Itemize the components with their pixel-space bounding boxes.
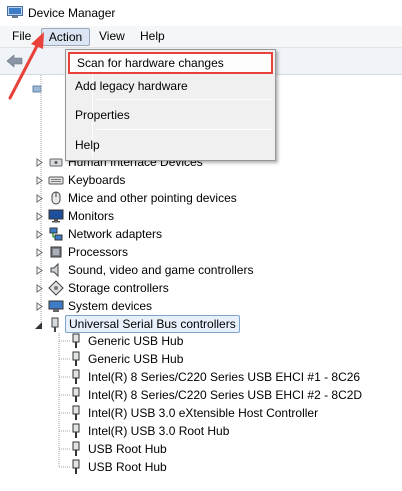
usb-plug-icon	[72, 387, 80, 402]
menu-item-add-legacy-hardware[interactable]: Add legacy hardware	[68, 75, 273, 97]
menu-item-properties[interactable]: Properties	[68, 104, 273, 126]
tree-item-label: Intel(R) 8 Series/C220 Series USB EHCI #…	[88, 370, 361, 384]
usb-plug-icon	[72, 423, 80, 438]
device-manager-icon	[7, 6, 23, 18]
tree-item-label: USB Root Hub	[88, 460, 167, 474]
system-icon	[48, 300, 64, 312]
menu-separator	[97, 99, 272, 100]
expand-arrow-icon[interactable]	[35, 158, 44, 167]
tree-item-monitors[interactable]: Monitors	[0, 207, 300, 225]
tree-item-label: Monitors	[68, 209, 115, 223]
tree-item-label: Keyboards	[68, 173, 126, 187]
tree-item-network-adapters[interactable]: Network adapters	[0, 225, 300, 243]
expand-arrow-icon[interactable]	[35, 266, 44, 275]
tree-item-label: USB Root Hub	[88, 442, 167, 456]
usb-plug-icon	[72, 369, 80, 384]
usb-device-item[interactable]: USB Root Hub	[0, 440, 360, 458]
expand-arrow-icon[interactable]	[35, 284, 44, 293]
tree-item-label: System devices	[68, 299, 153, 313]
hid-icon	[49, 158, 63, 167]
usb-device-item[interactable]: Intel(R) USB 3.0 eXtensible Host Control…	[0, 404, 380, 422]
usb-device-item[interactable]: Generic USB Hub	[0, 332, 360, 350]
tree-item-sound-video-game[interactable]: Sound, video and game controllers	[0, 261, 300, 279]
tree-item-label: Generic USB Hub	[88, 352, 184, 366]
menu-help[interactable]: Help	[134, 28, 171, 46]
menu-item-scan-hardware[interactable]: Scan for hardware changes	[68, 52, 273, 74]
mouse-icon	[51, 191, 61, 205]
window-title: Device Manager	[28, 6, 116, 20]
storage-icon	[48, 280, 64, 296]
usb-icon	[51, 317, 59, 332]
tree-item-label: Intel(R) 8 Series/C220 Series USB EHCI #…	[88, 388, 363, 402]
tree-item-label: Storage controllers	[68, 281, 169, 295]
usb-device-item[interactable]: Generic USB Hub	[0, 350, 360, 368]
tree-item-label: Mice and other pointing devices	[68, 191, 237, 205]
menu-separator	[97, 129, 272, 130]
usb-device-item[interactable]: Intel(R) USB 3.0 Root Hub	[0, 422, 360, 440]
expand-arrow-icon[interactable]	[35, 176, 44, 185]
tree-item-storage-controllers[interactable]: Storage controllers	[0, 279, 300, 297]
usb-plug-icon	[72, 351, 80, 366]
menu-bar: File Action View Help	[0, 26, 402, 48]
processor-icon	[50, 246, 62, 258]
title-bar: Device Manager	[0, 0, 402, 26]
tree-item-mice[interactable]: Mice and other pointing devices	[0, 189, 300, 207]
menu-view[interactable]: View	[93, 28, 131, 46]
network-icon	[49, 227, 63, 241]
menu-item-help[interactable]: Help	[68, 134, 273, 156]
menu-file[interactable]: File	[6, 28, 37, 46]
back-arrow-icon[interactable]	[6, 53, 24, 69]
expand-arrow-icon[interactable]	[35, 212, 44, 221]
expand-arrow-icon[interactable]	[35, 230, 44, 239]
expand-arrow-icon[interactable]	[35, 194, 44, 203]
usb-device-item[interactable]: USB Root Hub	[0, 458, 360, 476]
usb-plug-icon	[72, 405, 80, 420]
tree-item-keyboards[interactable]: Keyboards	[0, 171, 300, 189]
tree-item-label: Intel(R) USB 3.0 Root Hub	[88, 424, 230, 438]
keyboard-icon	[48, 176, 64, 185]
menu-action[interactable]: Action	[41, 28, 90, 46]
usb-plug-icon	[72, 459, 80, 474]
action-dropdown-menu: Scan for hardware changes Add legacy har…	[65, 49, 276, 161]
speaker-icon	[50, 262, 59, 278]
tree-item-label: Network adapters	[68, 227, 163, 241]
usb-plug-icon	[72, 441, 80, 456]
expand-arrow-icon[interactable]	[35, 302, 44, 311]
tree-item-processors[interactable]: Processors	[0, 243, 300, 261]
expand-arrow-icon[interactable]	[35, 248, 44, 257]
monitor-icon	[48, 209, 64, 223]
collapse-arrow-icon[interactable]	[34, 321, 43, 330]
usb-plug-icon	[72, 333, 80, 348]
tree-item-label: Intel(R) USB 3.0 eXtensible Host Control…	[88, 406, 319, 420]
usb-device-item[interactable]: Intel(R) 8 Series/C220 Series USB EHCI #…	[0, 386, 380, 404]
tree-item-label: Universal Serial Bus controllers	[65, 315, 240, 333]
usb-device-item[interactable]: Intel(R) 8 Series/C220 Series USB EHCI #…	[0, 368, 380, 386]
tree-item-system-devices[interactable]: System devices	[0, 297, 300, 315]
tree-item-label: Sound, video and game controllers	[68, 263, 254, 277]
tree-item-label: Processors	[68, 245, 129, 259]
tree-item-label: Generic USB Hub	[88, 334, 184, 348]
